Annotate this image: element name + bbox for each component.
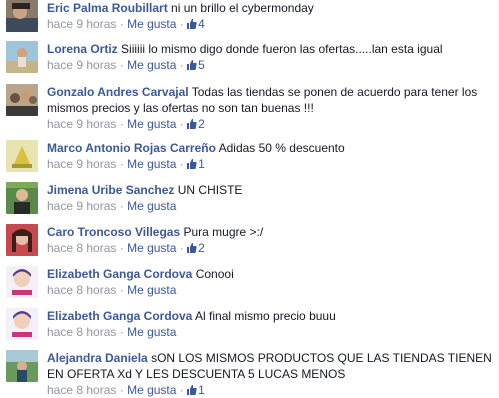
separator: · [179,117,184,131]
comment-meta: hace 9 horas · Me gusta · 1 [47,156,493,172]
comment-time[interactable]: hace 9 horas [47,117,116,131]
comment-text: Conooi [195,267,234,281]
comment-feed: Eric Palma Roubillart ni un brillo el cy… [0,0,499,397]
comment-time[interactable]: hace 9 horas [47,157,116,171]
thumbs-up-icon [187,19,197,29]
comment-author[interactable]: Jimena Uribe Sanchez [47,183,174,197]
comment-text: Adidas 50 % descuento [218,141,345,155]
comment-author[interactable]: Lorena Ortiz [47,42,118,56]
like-button[interactable]: Me gusta [127,325,176,339]
avatar-image [6,224,38,256]
comment-author[interactable]: Eric Palma Roubillart [47,1,168,15]
separator: · [179,241,184,255]
like-count-value: 5 [198,58,205,72]
like-count[interactable]: 1 [187,383,205,397]
thumbs-up-icon [187,385,197,395]
thumbs-up-icon [187,119,197,129]
comment-author[interactable]: Marco Antonio Rojas Carreño [47,141,216,155]
like-button[interactable]: Me gusta [127,17,176,31]
separator: · [179,17,184,31]
comment-time[interactable]: hace 8 horas [47,325,116,339]
like-count-value: 1 [198,157,205,171]
comment-time[interactable]: hace 9 horas [47,17,116,31]
thumbs-up-icon [187,60,197,70]
comment-author[interactable]: Caro Troncoso Villegas [47,225,180,239]
avatar[interactable] [6,308,38,340]
comment-time[interactable]: hace 8 horas [47,383,116,397]
separator: · [119,241,124,255]
separator: · [119,117,124,131]
comment-meta: hace 8 horas · Me gusta [47,324,493,340]
like-count-value: 1 [198,383,205,397]
like-count-value: 2 [198,117,205,131]
avatar-image [6,182,38,214]
separator: · [179,157,184,171]
comment-time[interactable]: hace 9 horas [47,199,116,213]
avatar[interactable] [6,0,38,32]
like-button[interactable]: Me gusta [127,383,176,397]
avatar-image [6,266,38,298]
comment-meta: hace 8 horas · Me gusta [47,282,493,298]
avatar[interactable] [6,140,38,172]
like-count[interactable]: 4 [187,17,205,31]
separator: · [119,199,124,213]
comment-time[interactable]: hace 8 horas [47,241,116,255]
comment-author[interactable]: Alejandra Daniela [47,351,148,365]
comment-text: Pura mugre >:/ [183,225,264,239]
thumbs-up-icon [187,243,197,253]
separator: · [179,383,184,397]
avatar[interactable] [6,350,38,382]
comment-meta: hace 9 horas · Me gusta · 5 [47,57,493,73]
separator: · [179,58,184,72]
separator: · [119,157,124,171]
comment-meta: hace 9 horas · Me gusta · 4 [47,16,493,32]
avatar-image [6,350,38,382]
like-count[interactable]: 1 [187,157,205,171]
separator: · [119,17,124,31]
like-count-value: 2 [198,241,205,255]
avatar[interactable] [6,224,38,256]
comment-text: UN CHISTE [177,183,243,197]
separator: · [119,58,124,72]
comment-meta: hace 8 horas · Me gusta · 2 [47,240,493,256]
avatar-image [6,84,38,116]
comment-author[interactable]: Elizabeth Ganga Cordova [47,267,192,281]
avatar-image [6,140,38,172]
like-button[interactable]: Me gusta [127,117,176,131]
avatar[interactable] [6,41,38,73]
like-count[interactable]: 2 [187,241,205,255]
comment-author[interactable]: Gonzalo Andres Carvajal [47,85,189,99]
like-button[interactable]: Me gusta [127,283,176,297]
thumbs-up-icon [187,159,197,169]
separator: · [119,283,124,297]
like-button[interactable]: Me gusta [127,241,176,255]
separator: · [119,325,124,339]
avatar-image [6,0,38,32]
avatar[interactable] [6,84,38,116]
like-count[interactable]: 2 [187,117,205,131]
like-button[interactable]: Me gusta [127,199,176,213]
avatar[interactable] [6,182,38,214]
avatar-image [6,308,38,340]
like-button[interactable]: Me gusta [127,58,176,72]
avatar[interactable] [6,266,38,298]
comment-meta: hace 9 horas · Me gusta · 2 [47,116,493,132]
like-count-value: 4 [198,17,205,31]
comment-meta: hace 9 horas · Me gusta [47,198,493,214]
comment-time[interactable]: hace 9 horas [47,58,116,72]
comment-text: ni un brillo el cybermonday [171,1,314,15]
comment-text: Al final mismo precio buuu [195,309,336,323]
separator: · [119,383,124,397]
like-count[interactable]: 5 [187,58,205,72]
comment-time[interactable]: hace 8 horas [47,283,116,297]
like-button[interactable]: Me gusta [127,157,176,171]
comment-author[interactable]: Elizabeth Ganga Cordova [47,309,192,323]
avatar-image [6,41,38,73]
comment-text: Siiiiii lo mismo digo donde fueron las o… [121,42,443,56]
